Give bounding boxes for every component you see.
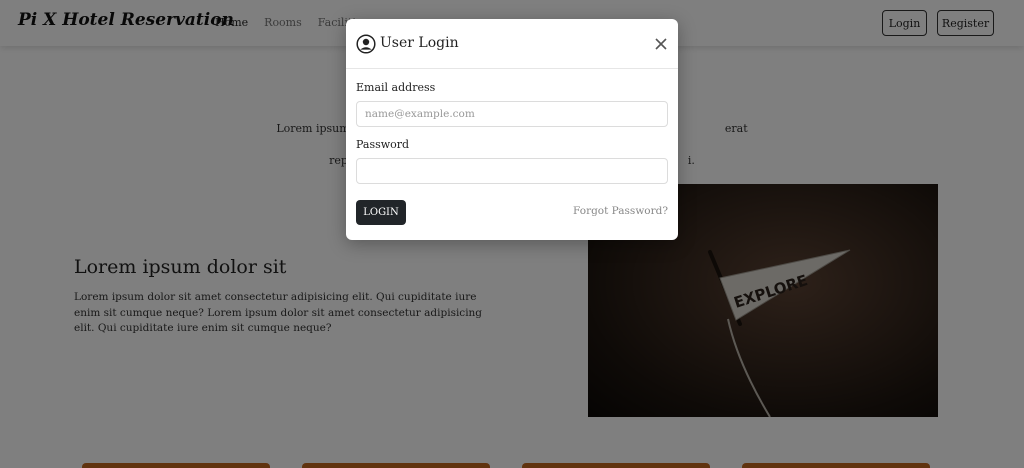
email-label: Email address [356, 81, 436, 94]
login-modal: User Login Email address Password LOGIN … [346, 19, 678, 240]
login-submit-button[interactable]: LOGIN [356, 200, 406, 225]
email-input[interactable] [356, 101, 668, 127]
modal-title: User Login [380, 35, 459, 51]
modal-header: User Login [346, 19, 678, 69]
forgot-password-link[interactable]: Forgot Password? [573, 205, 668, 217]
user-circle-icon [356, 34, 376, 54]
password-label: Password [356, 138, 410, 151]
close-icon[interactable] [652, 35, 670, 53]
password-input[interactable] [356, 158, 668, 184]
